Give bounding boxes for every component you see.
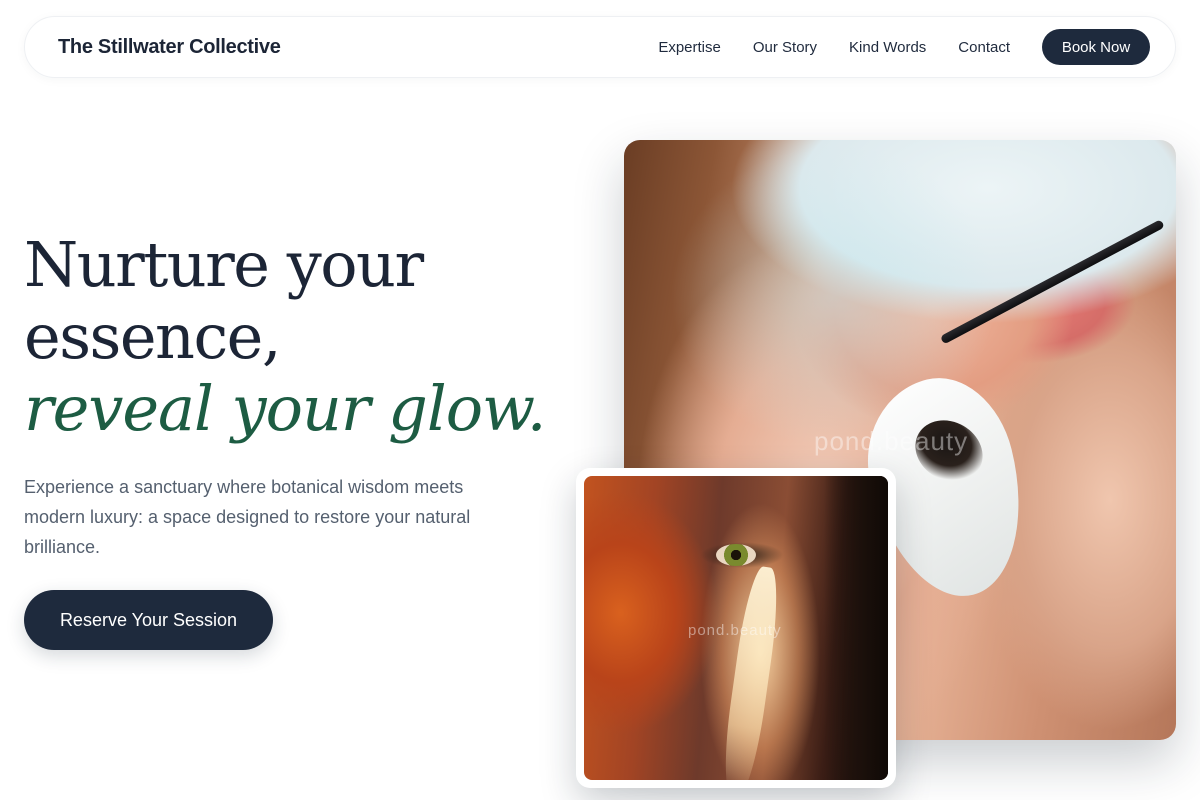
- hero-subtitle: Experience a sanctuary where botanical w…: [24, 477, 471, 557]
- portrait-eye: [716, 544, 756, 566]
- brand-logo[interactable]: The Stillwater Collective: [58, 36, 281, 59]
- headline-line-2: essence,: [24, 300, 282, 373]
- tweezers: [939, 219, 1165, 345]
- nav-link-our-story[interactable]: Our Story: [753, 39, 817, 56]
- landing-page: The Stillwater Collective Expertise Our …: [0, 0, 1200, 800]
- light-beam: [718, 564, 784, 780]
- hero-headline: Nurture your essence, reveal your glow.: [24, 228, 546, 445]
- portrait-inset-image: pond.beauty: [584, 476, 888, 780]
- headline-accent-line: reveal your glow.: [24, 372, 546, 445]
- nav-link-expertise[interactable]: Expertise: [658, 39, 721, 56]
- top-navbar: The Stillwater Collective Expertise Our …: [24, 16, 1176, 78]
- photo-watermark: pond.beauty: [814, 426, 969, 456]
- nav-link-kind-words[interactable]: Kind Words: [849, 39, 926, 56]
- nav-links: Expertise Our Story Kind Words Contact: [658, 39, 1010, 56]
- book-now-button[interactable]: Book Now: [1042, 29, 1150, 65]
- portrait-hair: [824, 476, 888, 780]
- portrait-inset-photo: pond.beauty: [576, 468, 896, 788]
- reserve-session-button[interactable]: Reserve Your Session: [24, 590, 273, 650]
- nav-link-contact[interactable]: Contact: [958, 39, 1010, 56]
- headline-line-1: Nurture your: [24, 228, 424, 301]
- inset-watermark: pond.beauty: [688, 622, 782, 639]
